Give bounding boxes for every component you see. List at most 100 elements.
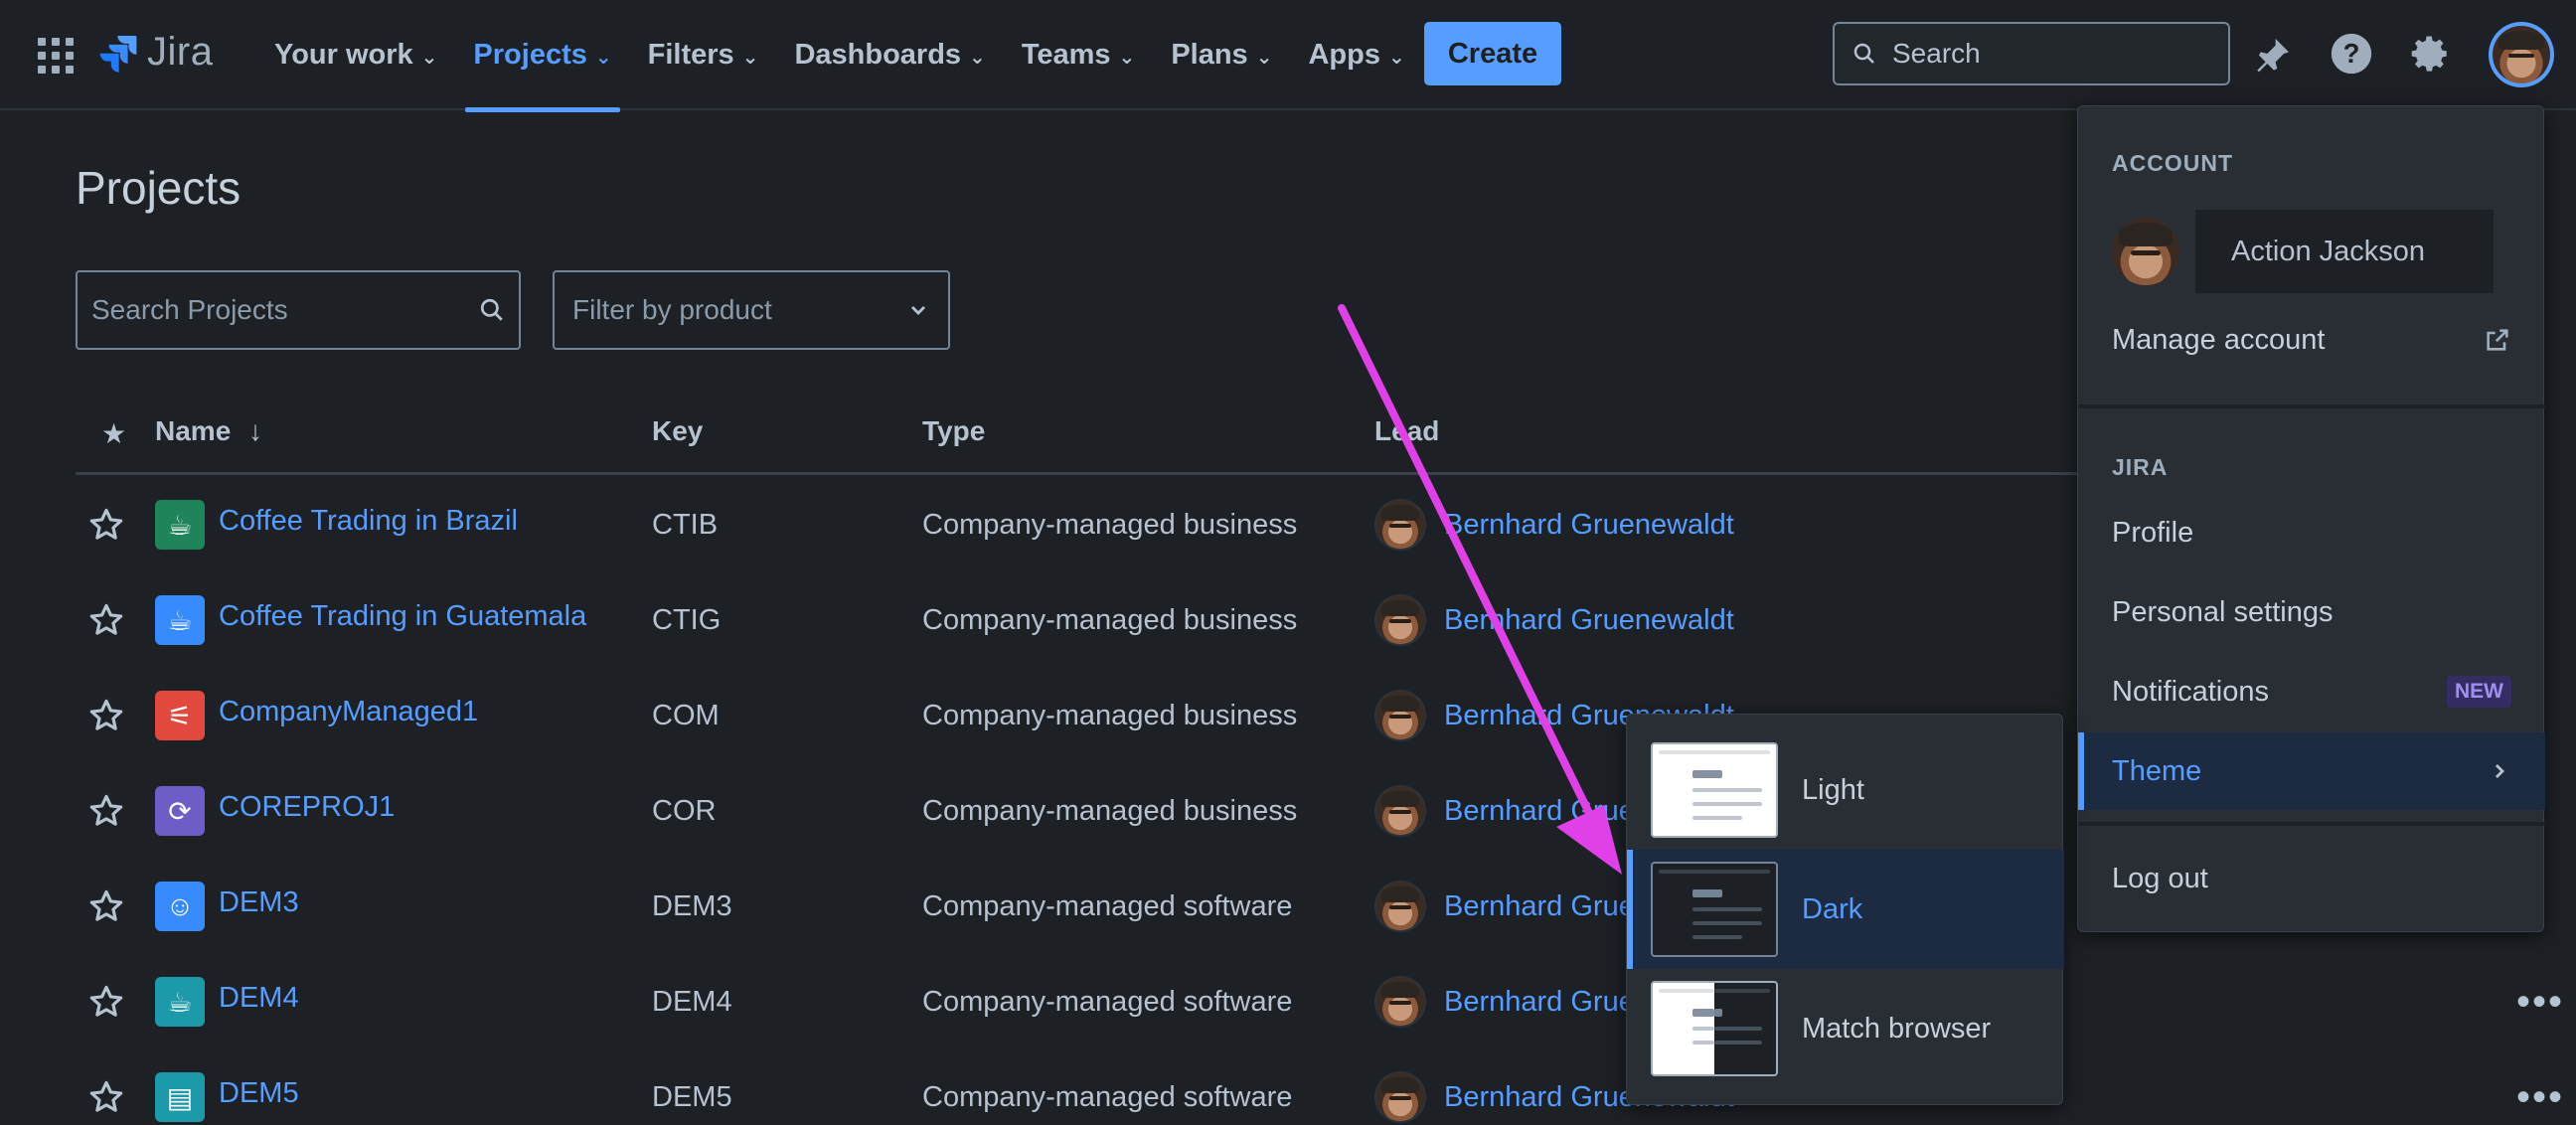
primary-nav: Your work ⌄ Projects ⌄ Filters ⌄ Dashboards…: [256, 0, 1423, 112]
nav-plans[interactable]: Plans ⌄: [1153, 0, 1290, 110]
project-type: Company-managed business: [922, 603, 1298, 636]
search-projects-input[interactable]: [91, 294, 479, 326]
external-link-icon: [2487, 329, 2508, 351]
profile-avatar[interactable]: [2489, 22, 2554, 87]
column-header-type[interactable]: Type: [922, 415, 985, 447]
project-name-cell: ☕ Coffee Trading in Brazil: [155, 477, 518, 572]
star-icon[interactable]: [87, 668, 127, 763]
more-actions-icon[interactable]: •••: [2516, 1049, 2564, 1125]
project-key: CTIB: [652, 508, 719, 541]
refresh-icon: ⟳: [155, 786, 205, 836]
nav-dashboards[interactable]: Dashboards ⌄: [776, 0, 1003, 110]
avatar: [1374, 594, 1426, 646]
search-icon: [480, 298, 503, 321]
nav-filters[interactable]: Filters ⌄: [630, 0, 777, 110]
theme-option-light[interactable]: Light: [1627, 730, 2064, 850]
avatar: [1374, 690, 1426, 741]
new-badge: NEW: [2447, 676, 2511, 708]
avatar: [1374, 976, 1426, 1028]
project-key: DEM3: [652, 889, 732, 922]
project-name-link[interactable]: Coffee Trading in Brazil: [219, 505, 518, 538]
project-name-link[interactable]: DEM3: [219, 886, 299, 919]
project-lead-link[interactable]: Bernhard Gruenewaldt: [1444, 604, 1734, 637]
chevron-down-icon: ⌄: [741, 47, 759, 69]
star-icon[interactable]: [87, 859, 127, 954]
project-name-cell: ☕ DEM4: [155, 954, 299, 1049]
jira-heading: JIRA: [2112, 454, 2169, 480]
personal-settings-item[interactable]: Personal settings: [2078, 573, 2545, 651]
jira-logo-icon: [99, 35, 137, 73]
menu-divider: [2078, 822, 2545, 826]
project-type: Company-managed business: [922, 508, 1298, 541]
nav-apps-label: Apps: [1308, 39, 1380, 71]
chevron-down-icon: ⌄: [969, 47, 986, 69]
project-type: Company-managed business: [922, 699, 1298, 731]
theme-option-match-browser[interactable]: Match browser: [1627, 969, 2064, 1088]
coffee-icon: ☕: [155, 977, 205, 1027]
nav-filters-label: Filters: [647, 39, 734, 71]
project-name-link[interactable]: DEM4: [219, 982, 299, 1015]
nav-apps[interactable]: Apps ⌄: [1290, 0, 1422, 110]
column-name-label: Name: [155, 415, 232, 446]
theme-submenu: Light Dark Match browser: [1626, 714, 2064, 1105]
match-browser-theme-preview: [1651, 981, 1778, 1076]
sliders-icon: ⚟: [155, 691, 205, 740]
project-name-link[interactable]: DEM5: [219, 1077, 299, 1110]
chevron-down-icon: ⌄: [1118, 47, 1136, 69]
nav-teams[interactable]: Teams ⌄: [1004, 0, 1154, 110]
search-input[interactable]: [1892, 38, 2190, 70]
star-icon[interactable]: [87, 572, 127, 668]
avatar: [1374, 1071, 1426, 1123]
nav-your-work[interactable]: Your work ⌄: [256, 0, 455, 110]
column-header-name[interactable]: Name ↓: [155, 415, 262, 447]
star-icon[interactable]: [87, 763, 127, 859]
sort-arrow-down-icon: ↓: [248, 415, 263, 446]
avatar: [1374, 499, 1426, 551]
project-name-link[interactable]: Coffee Trading in Guatemala: [219, 600, 586, 633]
avatar: [2112, 218, 2179, 285]
project-lead-cell: Bernhard Gruenewaldt: [1374, 477, 1734, 572]
help-icon[interactable]: ?: [2328, 30, 2375, 78]
chevron-down-icon: [911, 306, 925, 315]
star-icon[interactable]: [87, 477, 127, 572]
more-actions-icon[interactable]: •••: [2516, 954, 2564, 1049]
nav-teams-label: Teams: [1021, 39, 1111, 71]
account-user-name: Action Jackson: [2195, 210, 2494, 293]
settings-icon[interactable]: [2407, 30, 2455, 78]
project-type: Company-managed software: [922, 889, 1293, 922]
profile-item[interactable]: Profile: [2078, 494, 2545, 571]
chevron-down-icon: ⌄: [1387, 47, 1405, 69]
theme-label: Theme: [2112, 754, 2202, 787]
cup-icon: ☕: [155, 595, 205, 645]
cup-icon: ☕: [155, 500, 205, 550]
app-switcher-icon[interactable]: [38, 38, 74, 74]
account-heading: ACCOUNT: [2112, 150, 2233, 176]
log-out-item[interactable]: Log out: [2078, 840, 2545, 917]
theme-option-dark[interactable]: Dark: [1627, 850, 2064, 969]
star-icon[interactable]: [87, 954, 127, 1049]
filter-by-product-label: Filter by product: [572, 294, 772, 325]
jira-logo[interactable]: Jira: [97, 30, 213, 75]
project-name-link[interactable]: COREPROJ1: [219, 791, 395, 824]
top-navigation: Jira Your work ⌄ Projects ⌄ Filters ⌄ Dashb…: [0, 0, 2576, 112]
column-header-lead[interactable]: Lead: [1374, 415, 1439, 447]
notifications-item[interactable]: Notifications NEW: [2078, 653, 2545, 730]
theme-item[interactable]: Theme: [2078, 732, 2545, 810]
global-search[interactable]: [1833, 22, 2230, 85]
search-projects-field[interactable]: [76, 270, 521, 350]
notifications-icon[interactable]: [2250, 30, 2298, 78]
column-header-key[interactable]: Key: [652, 415, 703, 447]
project-name-link[interactable]: CompanyManaged1: [219, 696, 478, 728]
star-icon[interactable]: [87, 1049, 127, 1125]
jira-logo-text: Jira: [147, 30, 214, 74]
avatar-image: [2493, 26, 2550, 83]
filter-by-product-select[interactable]: Filter by product: [553, 270, 950, 350]
project-lead-link[interactable]: Bernhard Gruenewaldt: [1444, 509, 1734, 542]
create-button[interactable]: Create: [1424, 22, 1561, 85]
project-type: Company-managed software: [922, 1080, 1293, 1113]
theme-option-match-browser-label: Match browser: [1802, 1012, 1992, 1045]
manage-account-item[interactable]: Manage account: [2078, 301, 2545, 379]
nav-projects[interactable]: Projects ⌄: [455, 0, 629, 112]
dark-theme-preview: [1651, 862, 1778, 957]
chevron-right-icon: [2496, 764, 2504, 778]
